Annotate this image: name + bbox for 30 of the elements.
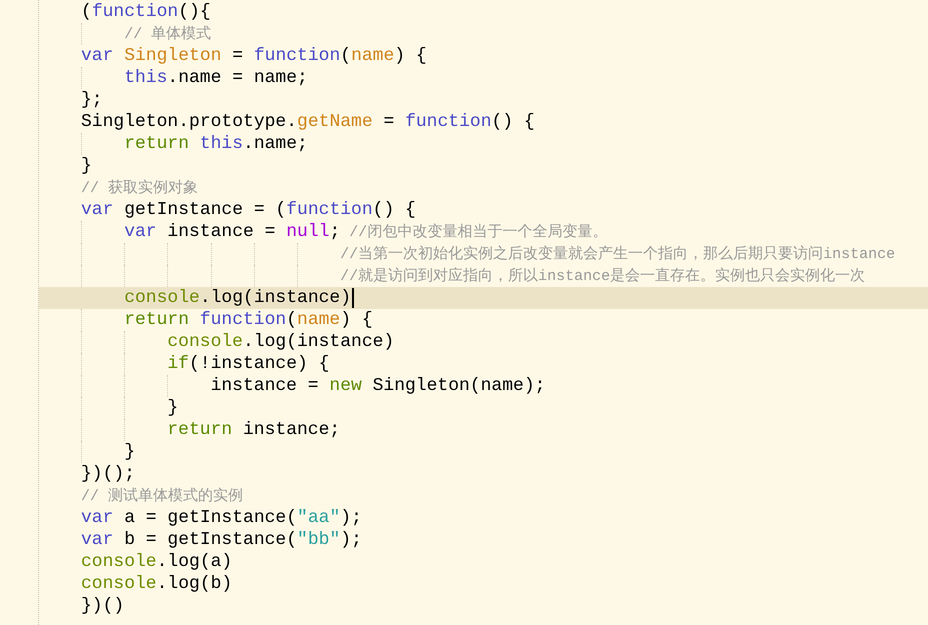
code-line: this.name = name; bbox=[124, 67, 308, 89]
code-line: var Singleton = function(name) { bbox=[81, 45, 427, 67]
code-line: }; bbox=[81, 89, 103, 111]
code-line: var a = getInstance("aa"); bbox=[81, 507, 362, 529]
code-line: //就是访问到对应指向，所以instance是会一直存在。实例也只会实例化一次 bbox=[340, 266, 866, 286]
code-line: // 获取实例对象 bbox=[81, 178, 198, 198]
text-cursor bbox=[352, 288, 354, 308]
code-line: console.log(a) bbox=[81, 551, 232, 573]
code-line: //当第一次初始化实例之后改变量就会产生一个指向，那么后期只要访问instance bbox=[340, 244, 896, 264]
code-line: })() bbox=[81, 595, 124, 617]
code-line: return this.name; bbox=[124, 133, 308, 155]
code-line: } bbox=[124, 441, 135, 463]
code-line: // 测试单体模式的实例 bbox=[81, 486, 244, 506]
code-editor[interactable] bbox=[0, 0, 928, 625]
code-line: return instance; bbox=[167, 419, 340, 441]
code-line: Singleton.prototype.getName = function() { bbox=[81, 111, 535, 133]
code-line: instance = new Singleton(name); bbox=[210, 375, 546, 397]
code-line: } bbox=[81, 155, 92, 177]
code-line: var getInstance = (function() { bbox=[81, 199, 416, 221]
code-line: console.log(instance) bbox=[124, 287, 352, 309]
code-line: return function(name) { bbox=[124, 309, 373, 331]
code-line: } bbox=[167, 397, 178, 419]
code-line: (function(){ bbox=[81, 1, 211, 23]
code-line: var instance = null; //闭包中改变量相当于一个全局变量。 bbox=[124, 220, 608, 244]
code-line: console.log(instance) bbox=[167, 331, 394, 353]
code-line: // 单体模式 bbox=[124, 24, 212, 44]
code-line: var b = getInstance("bb"); bbox=[81, 529, 362, 551]
code-line: console.log(b) bbox=[81, 573, 232, 595]
code-line: if(!instance) { bbox=[167, 353, 330, 375]
code-line: })(); bbox=[81, 463, 136, 485]
